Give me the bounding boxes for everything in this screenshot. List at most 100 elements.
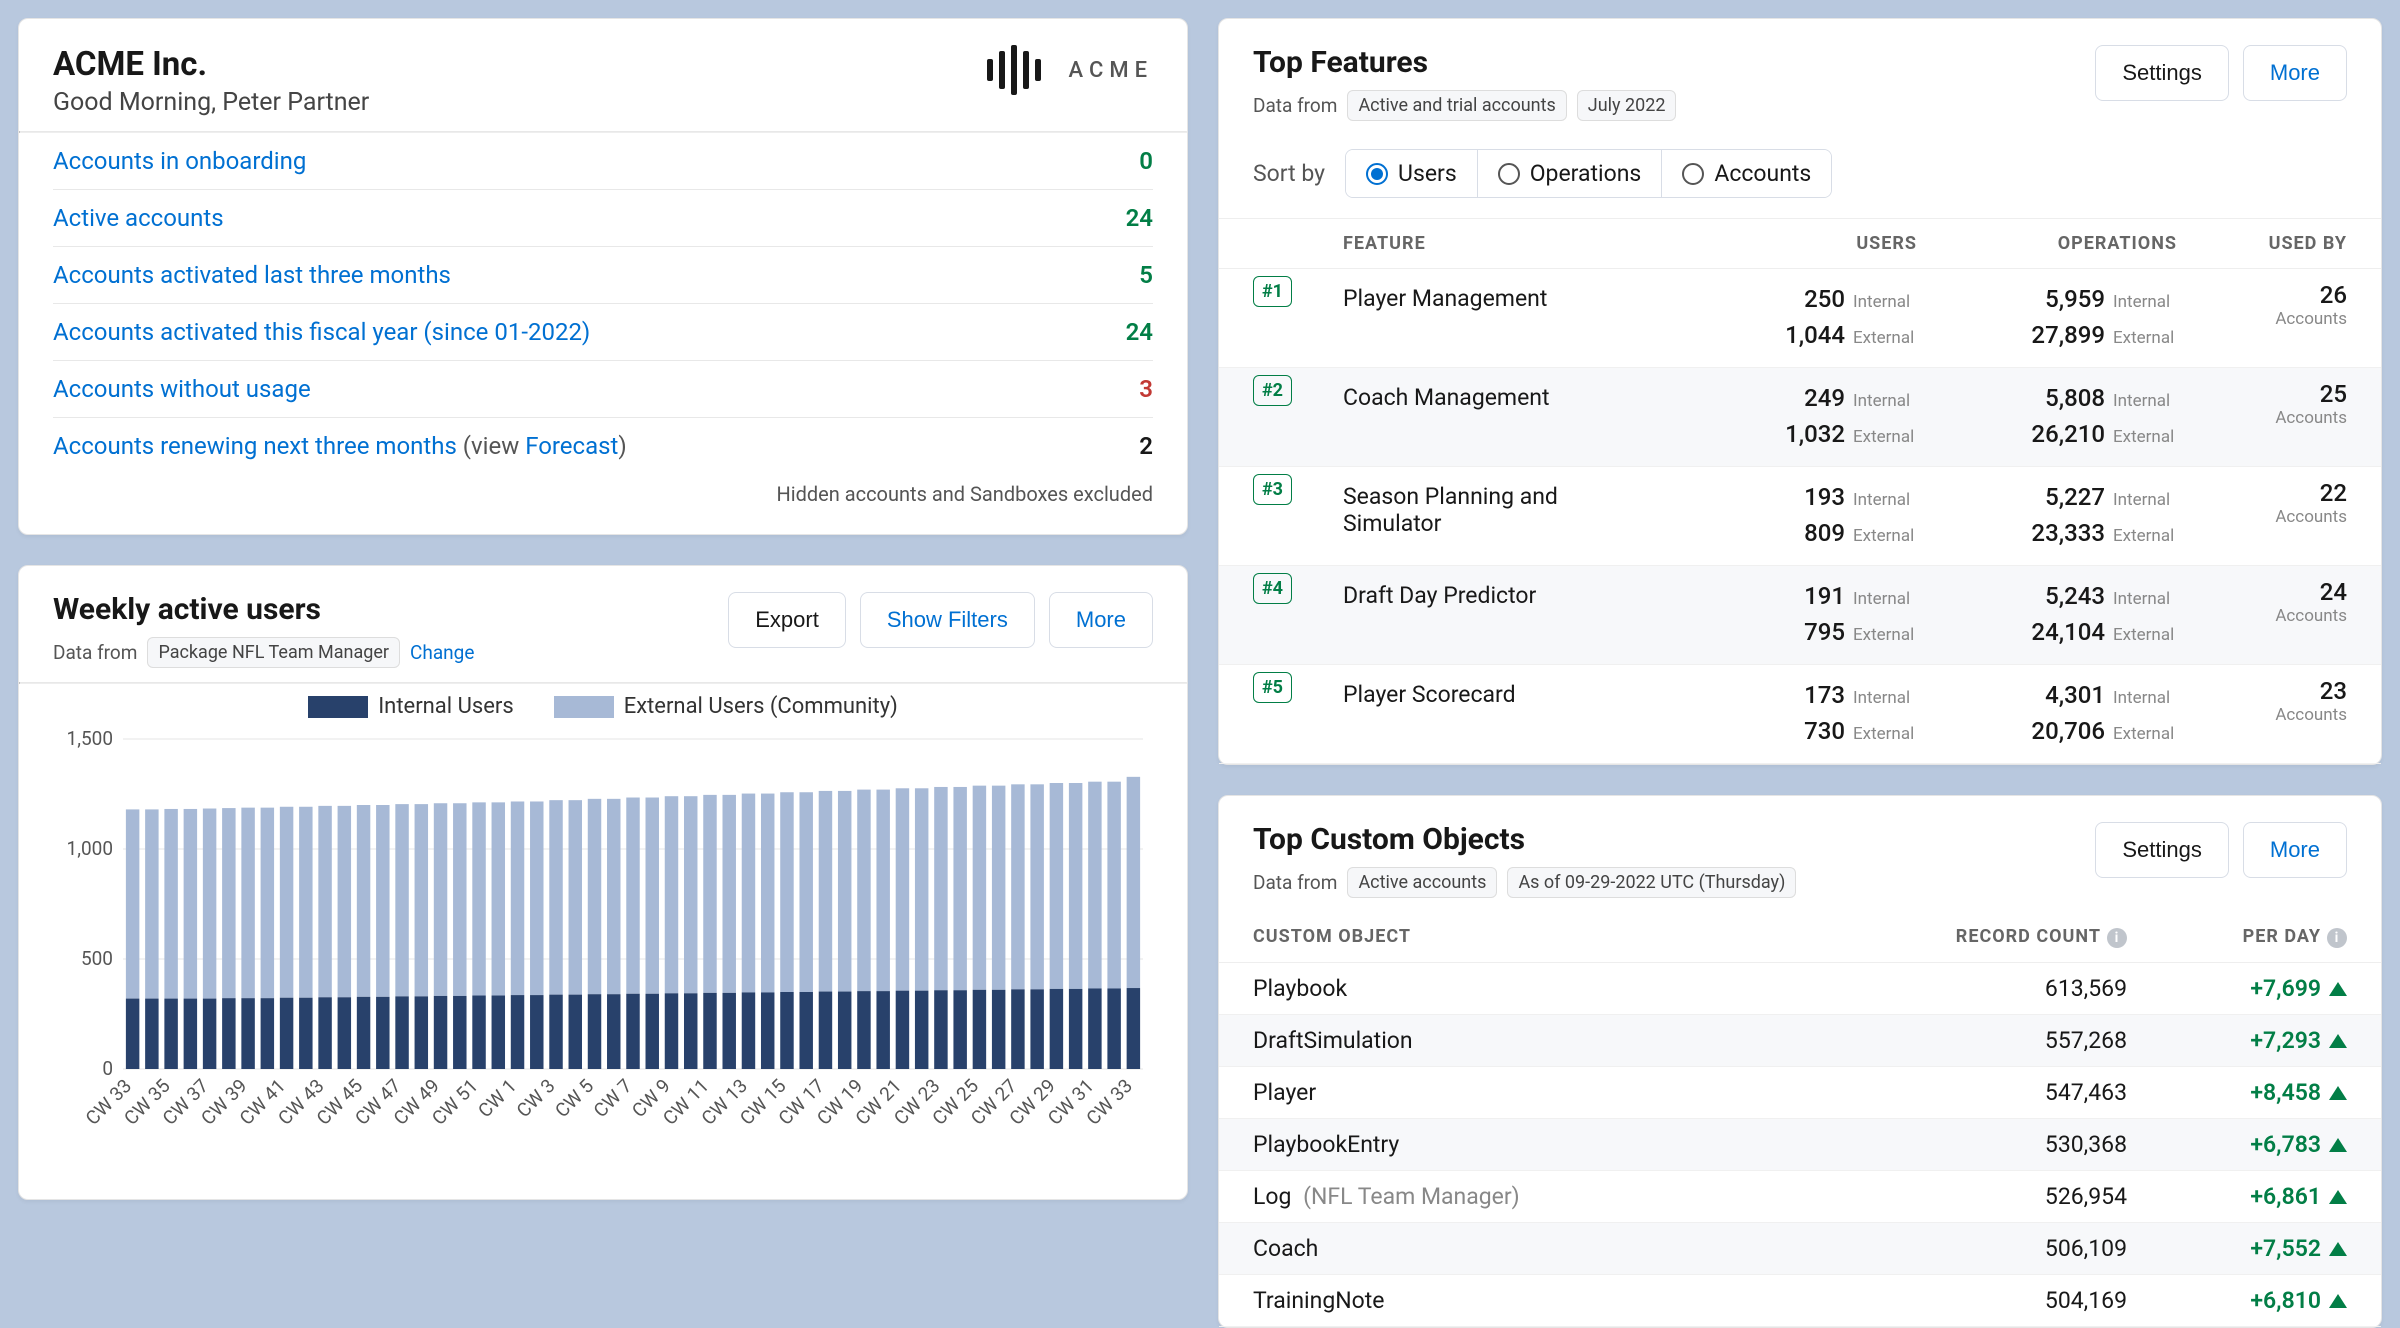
feature-row[interactable]: #3 Season Planning and Simulator 193Inte…	[1219, 467, 2381, 566]
show-filters-button[interactable]: Show Filters	[860, 592, 1035, 648]
change-link[interactable]: Change	[410, 641, 474, 664]
object-name: Coach	[1253, 1235, 1827, 1262]
up-arrow-icon	[2329, 1242, 2347, 1256]
sort-operations-label: Operations	[1530, 160, 1642, 187]
sort-option-accounts[interactable]: Accounts	[1662, 150, 1831, 197]
feature-row[interactable]: #5 Player Scorecard 173Internal 730Exter…	[1219, 665, 2381, 764]
wau-title: Weekly active users	[53, 592, 474, 627]
feature-row[interactable]: #2 Coach Management 249Internal 1,032Ext…	[1219, 368, 2381, 467]
object-name: Playbook	[1253, 975, 1827, 1002]
users-col: 191Internal 795External	[1657, 578, 1917, 650]
object-name: Player	[1253, 1079, 1827, 1106]
kpi-link[interactable]: Accounts without usage	[53, 375, 311, 403]
svg-text:1,500: 1,500	[67, 729, 113, 750]
kpi-row: Accounts renewing next three months (vie…	[53, 417, 1153, 474]
export-button[interactable]: Export	[728, 592, 846, 648]
object-row[interactable]: Log (NFL Team Manager) 526,954 +6,861	[1219, 1171, 2381, 1223]
feature-row[interactable]: #4 Draft Day Predictor 191Internal 795Ex…	[1219, 566, 2381, 665]
more-button[interactable]: More	[2243, 822, 2347, 878]
svg-text:1,000: 1,000	[67, 837, 113, 860]
up-arrow-icon	[2329, 1190, 2347, 1204]
svg-text:CW 1: CW 1	[473, 1074, 521, 1122]
info-icon[interactable]: i	[2327, 928, 2347, 948]
object-row[interactable]: Coach 506,109 +7,552	[1219, 1223, 2381, 1275]
feature-name: Season Planning and Simulator	[1343, 479, 1657, 537]
accounts-chip: Active accounts	[1347, 867, 1497, 898]
object-name: DraftSimulation	[1253, 1027, 1827, 1054]
more-button[interactable]: More	[1049, 592, 1153, 648]
kpi-footnote: Hidden accounts and Sandboxes excluded	[53, 474, 1153, 522]
more-button[interactable]: More	[2243, 45, 2347, 101]
feature-row[interactable]: #1 Player Management 250Internal 1,044Ex…	[1219, 269, 2381, 368]
kpi-value: 5	[1139, 261, 1153, 289]
settings-button[interactable]: Settings	[2095, 45, 2229, 101]
kpi-row: Accounts without usage 3	[53, 360, 1153, 417]
feature-name: Player Scorecard	[1343, 677, 1657, 708]
used-by-col: 23Accounts	[2177, 677, 2347, 725]
weekly-active-users-chart: 05001,0001,500CW 33CW 35CW 37CW 39CW 41C…	[53, 729, 1153, 1169]
kpi-row: Accounts in onboarding 0	[53, 133, 1153, 189]
per-day-delta: +6,783	[2127, 1131, 2347, 1158]
data-from-label: Data from	[1253, 94, 1337, 117]
object-row[interactable]: DraftSimulation 557,268 +7,293	[1219, 1015, 2381, 1067]
feature-name: Player Management	[1343, 281, 1657, 312]
object-row[interactable]: Player 547,463 +8,458	[1219, 1067, 2381, 1119]
settings-button[interactable]: Settings	[2095, 822, 2229, 878]
kpi-link[interactable]: Accounts activated last three months	[53, 261, 451, 289]
kpi-link[interactable]: Accounts in onboarding	[53, 147, 306, 175]
per-day-delta: +7,293	[2127, 1027, 2347, 1054]
per-day-delta: +8,458	[2127, 1079, 2347, 1106]
record-count: 613,569	[1827, 975, 2127, 1002]
record-count: 557,268	[1827, 1027, 2127, 1054]
users-col: 249Internal 1,032External	[1657, 380, 1917, 452]
top-features-card: Top Features Data from Active and trial …	[1218, 18, 2382, 765]
kpi-link[interactable]: Accounts activated this fiscal year (sin…	[53, 318, 590, 346]
logo-label: ACME	[1069, 58, 1153, 83]
object-name: PlaybookEntry	[1253, 1131, 1827, 1158]
top-features-title: Top Features	[1253, 45, 1676, 80]
kpi-value: 3	[1139, 375, 1153, 403]
feature-name: Coach Management	[1343, 380, 1657, 411]
sort-option-users[interactable]: Users	[1346, 150, 1478, 197]
legend-swatch-internal	[308, 696, 368, 718]
per-day-delta: +6,810	[2127, 1287, 2347, 1314]
ops-col: 5,808Internal 26,210External	[1917, 380, 2177, 452]
record-count: 504,169	[1827, 1287, 2127, 1314]
svg-text:CW 3: CW 3	[512, 1074, 560, 1122]
asof-chip: As of 09-29-2022 UTC (Thursday)	[1507, 867, 1796, 898]
up-arrow-icon	[2329, 1294, 2347, 1308]
top-custom-objects-card: Top Custom Objects Data from Active acco…	[1218, 795, 2382, 1328]
kpi-row: Accounts activated this fiscal year (sin…	[53, 303, 1153, 360]
sort-option-operations[interactable]: Operations	[1478, 150, 1663, 197]
sort-segmented-control: Users Operations Accounts	[1345, 149, 1832, 198]
users-col: 173Internal 730External	[1657, 677, 1917, 749]
rank-badge: #3	[1253, 474, 1292, 505]
legend-internal-label: Internal Users	[378, 694, 513, 719]
object-row[interactable]: PlaybookEntry 530,368 +6,783	[1219, 1119, 2381, 1171]
ops-col: 5,243Internal 24,104External	[1917, 578, 2177, 650]
rank-badge: #5	[1253, 672, 1292, 703]
object-row[interactable]: Playbook 613,569 +7,699	[1219, 963, 2381, 1015]
data-from-label: Data from	[1253, 871, 1337, 894]
kpi-value: 0	[1139, 147, 1153, 175]
kpi-link[interactable]: Active accounts	[53, 204, 224, 232]
top-objects-body: Playbook 613,569 +7,699 DraftSimulation …	[1219, 963, 2381, 1327]
used-by-col: 26Accounts	[2177, 281, 2347, 329]
radio-icon	[1682, 163, 1704, 185]
object-row[interactable]: TrainingNote 504,169 +6,810	[1219, 1275, 2381, 1327]
legend-swatch-external	[554, 696, 614, 718]
top-features-body: #1 Player Management 250Internal 1,044Ex…	[1219, 269, 2381, 764]
forecast-link[interactable]: Forecast	[525, 432, 618, 460]
info-icon[interactable]: i	[2107, 928, 2127, 948]
greeting-text: Good Morning, Peter Partner	[53, 88, 369, 117]
up-arrow-icon	[2329, 1086, 2347, 1100]
col-used-by: USED BY	[2177, 233, 2347, 254]
rank-badge: #2	[1253, 375, 1292, 406]
per-day-delta: +6,861	[2127, 1183, 2347, 1210]
company-summary-card: ACME Inc. Good Morning, Peter Partner AC…	[18, 18, 1188, 535]
kpi-list: Accounts in onboarding0Active accounts24…	[19, 133, 1187, 534]
kpi-link[interactable]: Accounts renewing next three months	[53, 432, 457, 460]
company-logo: ACME	[985, 45, 1153, 95]
record-count: 526,954	[1827, 1183, 2127, 1210]
col-users: USERS	[1657, 233, 1917, 254]
